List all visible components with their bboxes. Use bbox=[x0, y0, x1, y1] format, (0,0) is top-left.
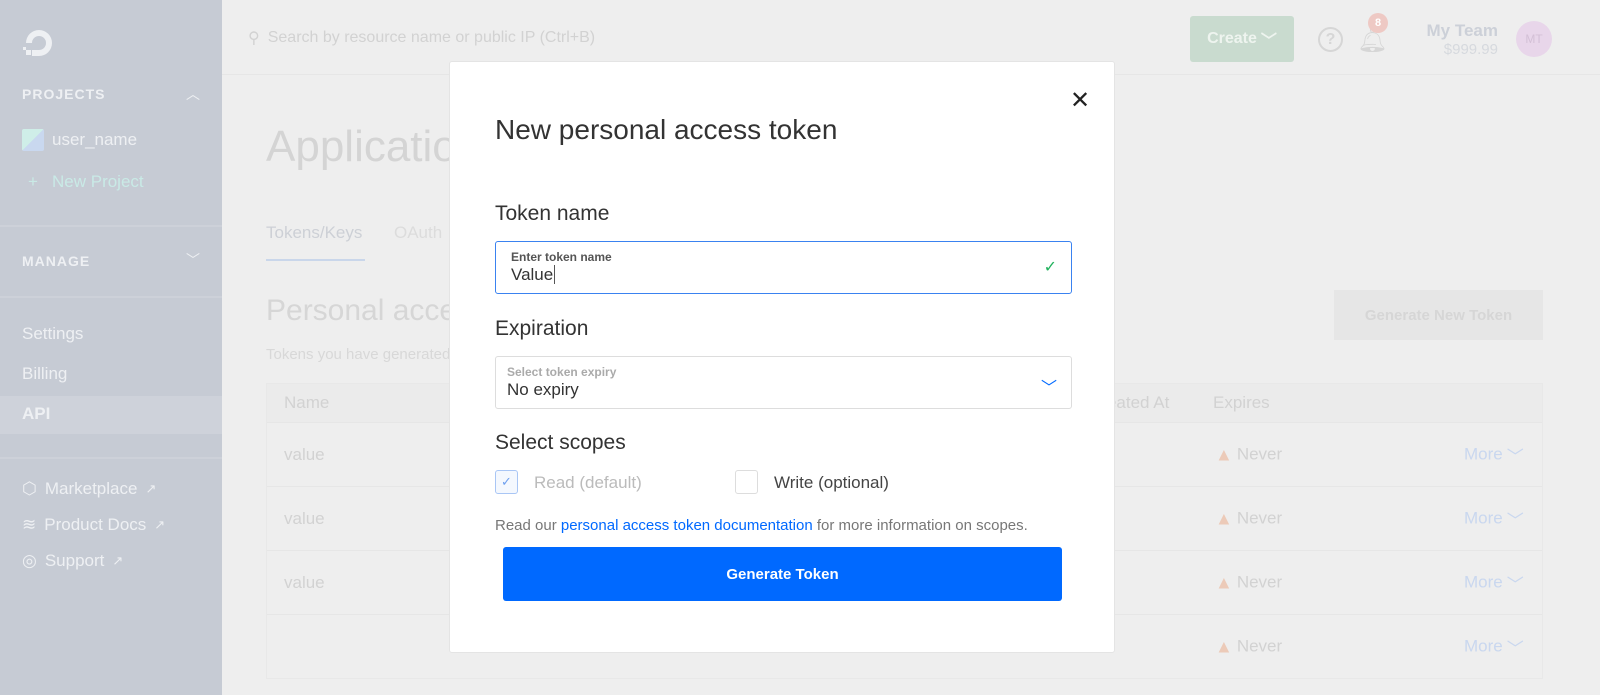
chevron-down-icon: ﹀ bbox=[1506, 511, 1524, 530]
value-text: Value bbox=[511, 265, 554, 284]
generate-token-button[interactable]: Generate Token bbox=[503, 547, 1062, 601]
help-icon[interactable]: ? bbox=[1318, 27, 1343, 52]
chevron-down-icon: ﹀ bbox=[1260, 33, 1277, 50]
more-label: More bbox=[1464, 572, 1503, 592]
external-link-icon: ↗ bbox=[145, 481, 157, 496]
label: Support bbox=[44, 551, 105, 570]
sidebar-link-marketplace[interactable]: ⬡ Marketplace ↗ bbox=[22, 479, 156, 499]
more-label: More bbox=[1464, 444, 1503, 464]
more-menu[interactable]: More ﹀ bbox=[1464, 506, 1524, 531]
layers-icon: ≋ bbox=[22, 515, 37, 534]
sidebar-link-support[interactable]: ◎ Support ↗ bbox=[22, 551, 123, 571]
team-balance: $999.99 bbox=[1443, 41, 1498, 58]
expires-value: Never bbox=[1236, 444, 1283, 464]
col-name: Name bbox=[284, 393, 330, 412]
warning-icon: ▲ bbox=[1215, 572, 1233, 592]
team-name: My Team bbox=[1426, 21, 1499, 40]
label: Marketplace bbox=[44, 479, 138, 498]
write-checkbox[interactable] bbox=[735, 470, 758, 494]
read-checkbox[interactable]: ✓ bbox=[495, 470, 518, 494]
chevron-down-icon: ﹀ bbox=[1040, 380, 1057, 397]
manage-heading: MANAGE bbox=[22, 253, 91, 269]
warning-icon: ▲ bbox=[1215, 508, 1233, 528]
info-prefix: Read our bbox=[495, 517, 561, 534]
search-icon: ⚲ bbox=[248, 30, 260, 47]
tab-tokens-keys[interactable]: Tokens/Keys bbox=[266, 223, 362, 243]
warning-icon: ▲ bbox=[1215, 444, 1233, 464]
more-menu[interactable]: More ﹀ bbox=[1464, 442, 1524, 467]
expiration-label: Expiration bbox=[495, 317, 589, 340]
sidebar: PROJECTS ︿ user_name + New Project MANAGE… bbox=[0, 0, 222, 695]
label: Settings bbox=[22, 324, 84, 343]
new-token-modal: ✕ New personal access token Token name E… bbox=[449, 61, 1115, 653]
new-project-link[interactable]: + New Project bbox=[22, 172, 144, 192]
create-label: Create bbox=[1207, 30, 1257, 47]
token-name: value bbox=[284, 444, 325, 464]
expiry-select[interactable]: Select token expiry No expiry ﹀ bbox=[495, 356, 1072, 409]
token-name: value bbox=[284, 572, 325, 592]
generate-new-token-button[interactable]: Generate New Token bbox=[1334, 290, 1543, 340]
label: API bbox=[22, 404, 51, 423]
avatar[interactable]: MT bbox=[1516, 21, 1552, 57]
lifebuoy-icon: ◎ bbox=[22, 551, 37, 570]
chevron-down-icon: ﹀ bbox=[1506, 639, 1524, 658]
label: Product Docs bbox=[44, 515, 147, 534]
cube-icon: ⬡ bbox=[22, 479, 37, 498]
text-cursor bbox=[554, 265, 556, 284]
project-icon bbox=[22, 129, 44, 151]
more-menu[interactable]: More ﹀ bbox=[1464, 634, 1524, 659]
more-label: More bbox=[1464, 508, 1503, 528]
token-name-label: Token name bbox=[495, 202, 610, 225]
sidebar-project[interactable]: user_name bbox=[22, 129, 137, 151]
selected-value: No expiry bbox=[507, 380, 579, 399]
tab-oauth[interactable]: OAuth bbox=[394, 223, 442, 243]
more-label: More bbox=[1464, 636, 1503, 656]
field-value: Value bbox=[511, 265, 556, 285]
scopes-label: Select scopes bbox=[495, 431, 626, 454]
label: Billing bbox=[22, 364, 68, 383]
warning-icon: ▲ bbox=[1215, 636, 1233, 656]
chevron-down-icon[interactable]: ﹀ bbox=[186, 250, 200, 270]
new-project-label: New Project bbox=[52, 172, 144, 191]
expires-value: Never bbox=[1236, 508, 1283, 528]
sidebar-link-product-docs[interactable]: ≋ Product Docs ↗ bbox=[22, 515, 165, 535]
sidebar-item-billing[interactable]: Billing bbox=[22, 364, 67, 384]
more-menu[interactable]: More ﹀ bbox=[1464, 570, 1524, 595]
col-expires: Expires bbox=[1213, 393, 1270, 412]
chevron-up-icon[interactable]: ︿ bbox=[186, 84, 200, 104]
token-name: value bbox=[284, 508, 325, 528]
divider bbox=[0, 457, 222, 459]
chevron-down-icon: ﹀ bbox=[1506, 447, 1524, 466]
plus-icon: + bbox=[28, 172, 38, 191]
digitalocean-logo-icon[interactable] bbox=[22, 26, 56, 60]
modal-title: New personal access token bbox=[495, 114, 838, 145]
field-label: Select token expiry bbox=[507, 365, 617, 379]
notification-badge: 8 bbox=[1368, 13, 1388, 33]
field-label: Enter token name bbox=[511, 250, 612, 264]
scopes-info: Read our personal access token documenta… bbox=[495, 517, 1028, 534]
checkmark-icon: ✓ bbox=[1043, 259, 1057, 276]
active-tab-indicator bbox=[266, 259, 365, 261]
token-name-input[interactable]: Enter token name Value ✓ bbox=[495, 241, 1072, 294]
project-name: user_name bbox=[52, 130, 138, 149]
chevron-down-icon: ﹀ bbox=[1506, 575, 1524, 594]
search-input[interactable]: ⚲ Search by resource name or public IP (C… bbox=[248, 28, 595, 48]
divider bbox=[0, 296, 222, 298]
create-button[interactable]: Create ﹀ bbox=[1190, 16, 1294, 62]
close-icon[interactable]: ✕ bbox=[1070, 86, 1090, 115]
team-switcher[interactable]: My Team $999.99 bbox=[1408, 21, 1499, 58]
divider bbox=[0, 225, 222, 227]
info-suffix: for more information on scopes. bbox=[812, 517, 1028, 534]
write-scope-label: Write (optional) bbox=[774, 473, 889, 492]
sidebar-item-api[interactable]: API bbox=[22, 404, 50, 424]
expires-value: Never bbox=[1236, 572, 1283, 592]
search-placeholder: Search by resource name or public IP (Ct… bbox=[267, 29, 596, 46]
external-link-icon: ↗ bbox=[154, 517, 166, 532]
sidebar-item-settings[interactable]: Settings bbox=[22, 324, 83, 344]
token-docs-link[interactable]: personal access token documentation bbox=[561, 517, 813, 534]
external-link-icon: ↗ bbox=[112, 553, 124, 568]
expires-value: Never bbox=[1236, 636, 1283, 656]
projects-heading: PROJECTS bbox=[22, 86, 106, 102]
read-scope-label: Read (default) bbox=[534, 473, 642, 492]
